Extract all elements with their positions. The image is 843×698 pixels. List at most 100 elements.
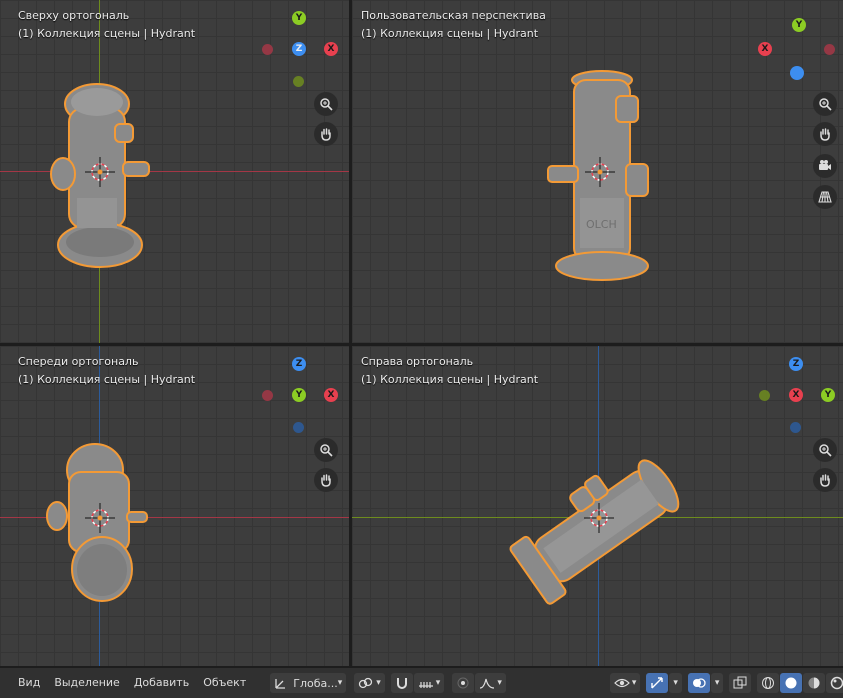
- object-visibility-dropdown[interactable]: ▾: [609, 673, 641, 693]
- chevron-down-icon: ▾: [435, 678, 441, 688]
- navigation-gizmo[interactable]: Y X Z: [254, 5, 344, 95]
- hand-icon: [820, 474, 830, 487]
- viewport-subtitle: (1) Коллекция сцены | Hydrant: [18, 27, 196, 40]
- zoom-button[interactable]: [813, 92, 837, 116]
- gizmo-z-axis[interactable]: Z: [292, 357, 306, 371]
- overlays-toggle[interactable]: [687, 673, 710, 693]
- proportional-dot-icon: [457, 677, 469, 689]
- viewport-right-ortho[interactable]: Справа ортогональ (1) Коллекция сцены | …: [352, 346, 843, 666]
- zoom-button[interactable]: [314, 92, 338, 116]
- magnet-icon: [396, 678, 407, 689]
- hand-icon: [820, 128, 830, 141]
- viewport-subtitle: (1) Коллекция сцены | Hydrant: [18, 373, 196, 386]
- gizmo-x-axis[interactable]: X: [758, 42, 772, 56]
- gizmo-x-axis[interactable]: X: [789, 388, 803, 402]
- gizmo-z-axis[interactable]: Z: [292, 42, 306, 56]
- snap-toggle[interactable]: [390, 673, 413, 693]
- xray-squares-icon: [733, 676, 747, 689]
- gizmo-y-axis[interactable]: Y: [792, 18, 806, 32]
- eye-icon: [614, 678, 630, 688]
- svg-text:OLCH: OLCH: [586, 218, 617, 231]
- menu-object[interactable]: Объект: [197, 672, 252, 694]
- chevron-down-icon: ▾: [714, 678, 720, 688]
- proportional-falloff-dropdown[interactable]: ▾: [475, 673, 506, 693]
- gizmo-z-axis[interactable]: [790, 66, 804, 80]
- viewport-top-ortho[interactable]: Сверху ортогональ (1) Коллекция сцены | …: [0, 0, 349, 343]
- zoom-button[interactable]: [314, 438, 338, 462]
- rendered-sphere-icon: [831, 676, 843, 690]
- gizmo-neg-z-axis[interactable]: [293, 422, 304, 433]
- menu-select[interactable]: Выделение: [48, 672, 126, 694]
- overlays-dropdown[interactable]: ▾: [710, 673, 724, 693]
- navigation-gizmo[interactable]: Y X: [748, 10, 838, 100]
- magnifier-plus-icon: [320, 444, 333, 457]
- 3d-cursor-icon: [584, 503, 614, 533]
- gizmo-neg-y-axis[interactable]: [293, 76, 304, 87]
- chevron-down-icon: ▾: [376, 678, 381, 688]
- solid-sphere-icon: [785, 677, 797, 689]
- perspective-toggle-button[interactable]: [813, 185, 837, 209]
- pan-button[interactable]: [314, 468, 338, 492]
- gizmo-x-axis[interactable]: X: [324, 42, 338, 56]
- wireframe-sphere-icon: [762, 677, 775, 689]
- navigation-gizmo[interactable]: Z X Y: [254, 351, 344, 441]
- xray-toggle[interactable]: [729, 673, 752, 693]
- gizmo-neg-x-axis[interactable]: [262, 44, 273, 55]
- chevron-down-icon: ▾: [631, 678, 637, 688]
- viewport-user-perspective[interactable]: Пользовательская перспектива (1) Коллекц…: [352, 0, 843, 343]
- navigation-gizmo[interactable]: Z Y X: [751, 351, 841, 441]
- orientation-axes-icon: [275, 679, 286, 689]
- magnifier-plus-icon: [819, 444, 832, 457]
- grid-perspective-icon: [818, 191, 832, 203]
- pivot-point-dropdown[interactable]: ▾: [354, 673, 385, 693]
- gizmo-dropdown[interactable]: ▾: [669, 673, 682, 693]
- shading-wireframe-button[interactable]: [757, 673, 780, 693]
- shading-material-button[interactable]: [803, 673, 826, 693]
- viewport-title: Пользовательская перспектива: [361, 9, 546, 22]
- gizmo-y-axis[interactable]: Y: [292, 11, 306, 25]
- magnifier-plus-icon: [320, 98, 333, 111]
- gizmo-y-axis[interactable]: Y: [821, 388, 835, 402]
- magnifier-plus-icon: [819, 98, 832, 111]
- chevron-down-icon: ▾: [497, 678, 502, 688]
- gizmo-neg-y-axis[interactable]: [759, 390, 770, 401]
- pan-button[interactable]: [813, 468, 837, 492]
- link-icon: [359, 677, 373, 689]
- viewport-subtitle: (1) Коллекция сцены | Hydrant: [361, 373, 539, 386]
- pan-button[interactable]: [813, 122, 837, 146]
- 3d-cursor-icon: [85, 503, 115, 533]
- gizmo-x-axis[interactable]: X: [324, 388, 338, 402]
- transform-orientation-dropdown[interactable]: Глоба... ▾: [270, 673, 347, 693]
- menu-add[interactable]: Добавить: [128, 672, 195, 694]
- camera-icon: [819, 160, 831, 170]
- viewport-title: Сверху ортогональ: [18, 9, 130, 22]
- 3d-cursor-icon: [585, 157, 615, 187]
- proportional-editing-toggle[interactable]: [452, 673, 475, 693]
- pan-button[interactable]: [314, 122, 338, 146]
- gizmo-z-axis[interactable]: Z: [789, 357, 803, 371]
- gizmo-neg-z-axis[interactable]: [790, 422, 801, 433]
- chevron-down-icon: ▾: [673, 678, 678, 688]
- gizmo-arrows-icon: [651, 677, 664, 689]
- gizmo-neg-x-axis[interactable]: [262, 390, 273, 401]
- viewport-title: Справа ортогональ: [361, 355, 474, 368]
- menu-view[interactable]: Вид: [12, 672, 46, 694]
- chevron-down-icon: ▾: [337, 678, 343, 688]
- camera-view-button[interactable]: [813, 154, 837, 178]
- snap-target-dropdown[interactable]: ▾: [413, 673, 445, 693]
- overlay-circles-icon: [692, 678, 706, 688]
- gizmo-y-axis[interactable]: Y: [292, 388, 306, 402]
- 3d-cursor-icon: [85, 157, 115, 187]
- shading-solid-button[interactable]: [780, 673, 803, 693]
- material-sphere-icon: [808, 677, 820, 689]
- transform-orientation-value: Глоба...: [293, 676, 338, 690]
- snap-increment-icon: [418, 682, 433, 688]
- zoom-button[interactable]: [813, 438, 837, 462]
- viewport-subtitle: (1) Коллекция сцены | Hydrant: [361, 27, 539, 40]
- gizmo-toggle[interactable]: [646, 673, 669, 693]
- shading-rendered-button[interactable]: [826, 673, 843, 693]
- gizmo-neg-x-axis[interactable]: [824, 44, 835, 55]
- hand-icon: [321, 128, 331, 141]
- viewport-front-ortho[interactable]: Спереди ортогональ (1) Коллекция сцены |…: [0, 346, 349, 666]
- viewport-title: Спереди ортогональ: [18, 355, 139, 368]
